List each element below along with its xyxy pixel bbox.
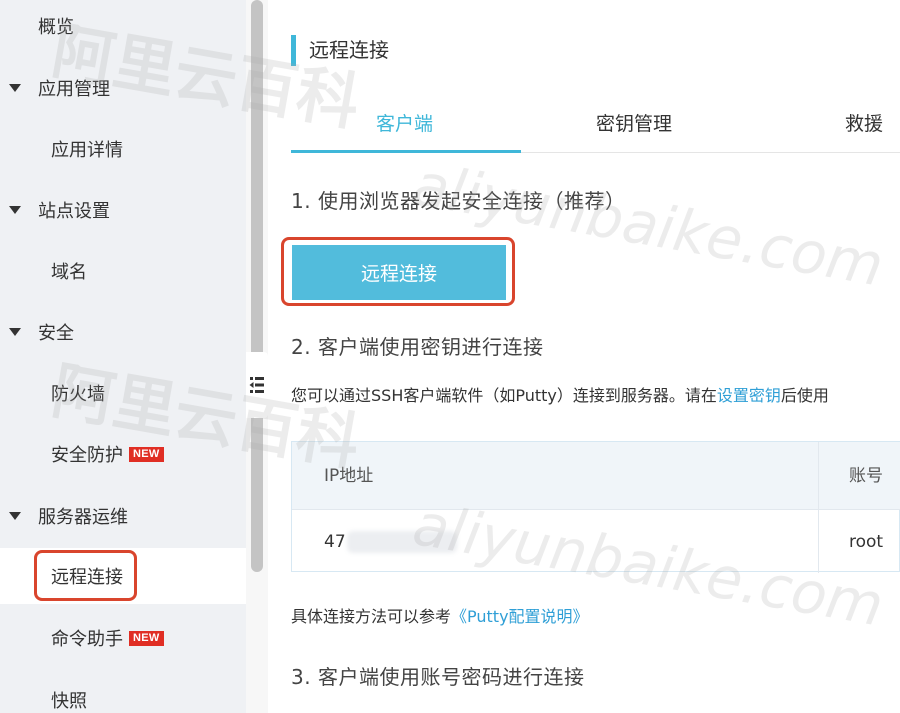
- caret-down-icon: [9, 84, 21, 92]
- sidebar-item-label: 快照: [51, 691, 87, 712]
- caret-down-icon: [9, 206, 21, 214]
- sidebar-item-command-assistant[interactable]: 命令助手 NEW: [0, 610, 246, 666]
- sidebar-item-label: 防火墙: [51, 384, 105, 405]
- title-accent-bar: [291, 35, 296, 66]
- section-heading-password: 3. 客户端使用账号密码进行连接: [291, 665, 585, 689]
- highlight-box: [281, 237, 515, 306]
- table-header: [292, 442, 900, 510]
- reference-text: 具体连接方法可以参考《Putty配置说明》: [291, 605, 589, 629]
- collapse-menu-icon: [249, 377, 264, 393]
- sidebar-item-label: 安全: [38, 323, 74, 344]
- column-divider: [818, 442, 819, 573]
- desc-text: 您可以通过SSH客户端软件（如Putty）连接到服务器。请在: [291, 386, 717, 405]
- ip-address-cell: 47: [324, 532, 346, 552]
- sidebar-group-site-settings[interactable]: 站点设置: [0, 182, 246, 238]
- section-heading-browser: 1. 使用浏览器发起安全连接（推荐）: [291, 189, 626, 213]
- sidebar-item-label: 概览: [38, 17, 74, 38]
- sidebar-group-app-management[interactable]: 应用管理: [0, 60, 246, 116]
- sidebar-item-label: 域名: [51, 262, 87, 283]
- redacted-ip-mask: [347, 531, 457, 553]
- account-cell: root: [849, 532, 884, 552]
- set-key-link[interactable]: 设置密钥: [717, 386, 781, 405]
- sidebar-item-security-protection[interactable]: 安全防护 NEW: [0, 426, 246, 482]
- ssh-description: 您可以通过SSH客户端软件（如Putty）连接到服务器。请在设置密钥后使用: [291, 383, 829, 409]
- ref-text: 具体连接方法可以参考: [291, 607, 452, 626]
- sidebar-item-label: 命令助手: [51, 629, 123, 650]
- sidebar-item-label: 应用详情: [51, 140, 123, 161]
- highlight-box: [34, 550, 137, 601]
- column-header-account: 账号: [849, 466, 883, 486]
- sidebar-item-app-details[interactable]: 应用详情: [0, 121, 246, 177]
- column-header-ip: IP地址: [324, 466, 374, 486]
- caret-down-icon: [9, 512, 21, 520]
- tab-rescue[interactable]: 救援: [845, 110, 883, 138]
- sidebar-item-label: 安全防护: [51, 445, 123, 466]
- sidebar-nav: 概览 应用管理 应用详情 站点设置 域名 安全 防火墙 安全防护 NEW 服务器…: [0, 0, 246, 713]
- section-heading-key: 2. 客户端使用密钥进行连接: [291, 335, 544, 359]
- new-badge: NEW: [129, 631, 164, 646]
- desc-text: 后使用: [780, 386, 829, 405]
- collapse-sidebar-button[interactable]: [246, 352, 268, 418]
- sidebar-scrollbar[interactable]: [251, 0, 263, 572]
- tab-key-management[interactable]: 密钥管理: [596, 110, 672, 138]
- caret-down-icon: [9, 328, 21, 336]
- page-title: 远程连接: [309, 38, 389, 62]
- active-tab-indicator: [291, 150, 521, 153]
- sidebar-item-firewall[interactable]: 防火墙: [0, 365, 246, 421]
- sidebar-item-domain[interactable]: 域名: [0, 243, 246, 299]
- putty-guide-link[interactable]: 《Putty配置说明》: [451, 607, 589, 626]
- sidebar-item-overview[interactable]: 概览: [0, 0, 246, 54]
- sidebar-group-server-ops[interactable]: 服务器运维: [0, 488, 246, 544]
- sidebar-item-snapshot[interactable]: 快照: [0, 672, 246, 713]
- tab-client[interactable]: 客户端: [376, 110, 433, 138]
- new-badge: NEW: [129, 447, 164, 462]
- connection-table: IP地址 账号 47 root: [291, 441, 900, 573]
- sidebar-group-security[interactable]: 安全: [0, 304, 246, 360]
- sidebar-item-label: 站点设置: [38, 201, 110, 222]
- sidebar-item-label: 服务器运维: [38, 507, 128, 528]
- sidebar-item-label: 应用管理: [38, 79, 110, 100]
